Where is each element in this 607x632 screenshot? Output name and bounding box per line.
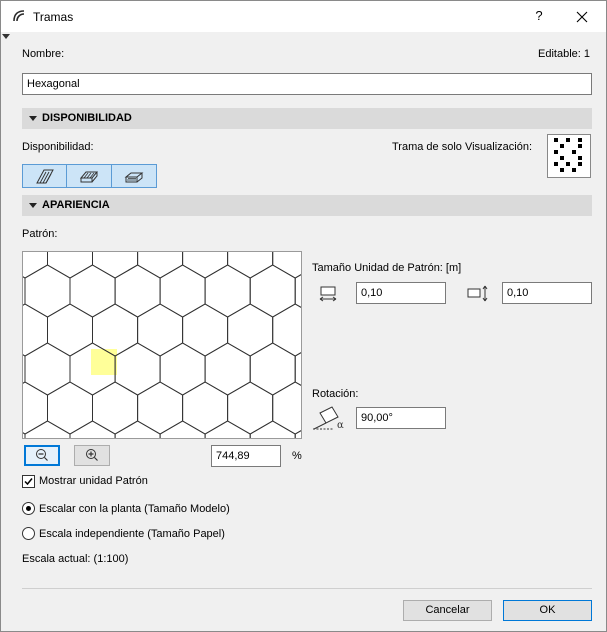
hexagon-cell [69,420,116,438]
close-icon [576,11,588,23]
hexagon-cell [182,303,229,357]
collapse-triangle-icon [29,203,37,208]
cancel-button[interactable]: Cancelar [403,600,492,621]
hexagon-cell [272,303,301,357]
availability-toggle-group [22,164,157,188]
hexagon-cell [159,420,206,438]
zoom-input[interactable] [211,445,281,467]
hexagon-cell [204,342,251,396]
rotation-input[interactable] [356,407,446,429]
svg-text:α: α [337,420,344,431]
zoom-out-icon [36,449,48,461]
hexagon-cell [182,252,229,279]
hexagon-cell [47,381,93,435]
pattern-unit-highlight [91,349,117,375]
hexagon-cell [227,252,274,279]
hexagon-cell [249,264,296,318]
rotation-icon: α [313,406,344,431]
hexagon-cell [24,342,71,396]
hexagon-cell [47,252,93,279]
app-icon [13,10,25,22]
close-button[interactable] [567,5,597,29]
height-icon [467,285,488,302]
show-unit-label: Mostrar unidad Patrón [39,475,148,487]
unit-width-input[interactable] [356,282,446,304]
hexagon-cell [272,252,301,279]
unit-size-label: Tamaño Unidad de Patrón: [m] [312,262,462,274]
hexagon-cell [23,303,48,357]
display-only-pattern-preview[interactable] [547,134,591,178]
hexagon-cell [159,264,206,318]
hexagon-cell [227,381,274,435]
section-apariencia[interactable]: APARIENCIA [22,195,592,216]
hexagon-cell [159,342,206,396]
unit-height-input[interactable] [502,282,592,304]
hexagon-cell [137,303,184,357]
hexagon-cell [249,342,296,396]
hexagon-cell [227,303,274,357]
pattern-preview[interactable] [22,251,302,439]
zoom-out-button[interactable] [24,445,60,466]
cut-fill-icon [79,171,99,183]
pattern-label: Patrón: [22,228,58,240]
hexagon-cell [23,381,48,435]
section-disponibilidad[interactable]: DISPONIBILIDAD [22,108,592,129]
hexagon-cell [92,303,139,357]
hexagon-cell [204,420,251,438]
section-title: APARIENCIA [42,199,110,211]
scale-model-radio[interactable] [22,502,35,515]
show-unit-checkbox[interactable] [22,475,35,488]
title-bar: Tramas ? [1,1,606,32]
hexagon-cell [24,264,71,318]
zoom-unit: % [292,450,302,462]
tramas-dialog: Tramas ? Nombre: Editable: 1 DISPONIBILI… [0,0,607,632]
hexagon-cell [294,274,301,308]
hexagon-cell [204,264,251,318]
hexagon-cell [182,381,229,435]
hexagon-pattern-canvas [23,252,301,438]
name-label: Nombre: [22,48,65,60]
drafting-fill-button[interactable] [22,164,67,188]
display-only-label: Trama de solo Visualización: [392,141,533,153]
hexagon-cell [294,430,301,438]
width-icon [319,286,337,302]
hexagon-cell [272,381,301,435]
zoom-in-icon [86,449,98,461]
section-title: DISPONIBILIDAD [42,112,132,124]
hexagon-cell [137,381,184,435]
drafting-fill-icon [36,169,54,184]
hexagon-cell [47,303,93,357]
window-title: Tramas [33,10,74,24]
zoom-in-button[interactable] [74,445,110,466]
cover-fill-icon [124,172,144,183]
footer-divider [22,588,592,589]
current-scale: Escala actual: (1:100) [22,553,129,565]
scale-paper-label: Escala independiente (Tamaño Papel) [39,528,225,540]
collapse-triangle-icon [29,116,37,121]
checkmark-icon [24,478,33,486]
dot-pattern-icon [554,138,582,172]
hexagon-cell [92,252,139,279]
cover-fill-button[interactable] [112,164,157,188]
hexagon-cell [69,264,116,318]
availability-label: Disponibilidad: [22,141,94,153]
hexagon-cell [114,342,161,396]
corner-arrow-icon [2,34,10,39]
hexagon-cell [24,420,71,438]
ok-button[interactable]: OK [503,600,592,621]
hexagon-cell [114,420,161,438]
scale-paper-radio[interactable] [22,527,35,540]
name-input[interactable] [22,73,592,95]
editable-count: Editable: 1 [538,48,590,60]
cut-fill-button[interactable] [67,164,112,188]
hexagon-cell [92,381,139,435]
scale-model-label: Escalar con la planta (Tamaño Modelo) [39,503,230,515]
hexagon-cell [294,352,301,386]
hexagon-cell [23,252,48,279]
help-button[interactable]: ? [524,5,554,29]
hexagon-cell [249,420,296,438]
rotation-label: Rotación: [312,388,359,400]
hexagon-cell [114,264,161,318]
hexagon-cell [137,252,184,279]
